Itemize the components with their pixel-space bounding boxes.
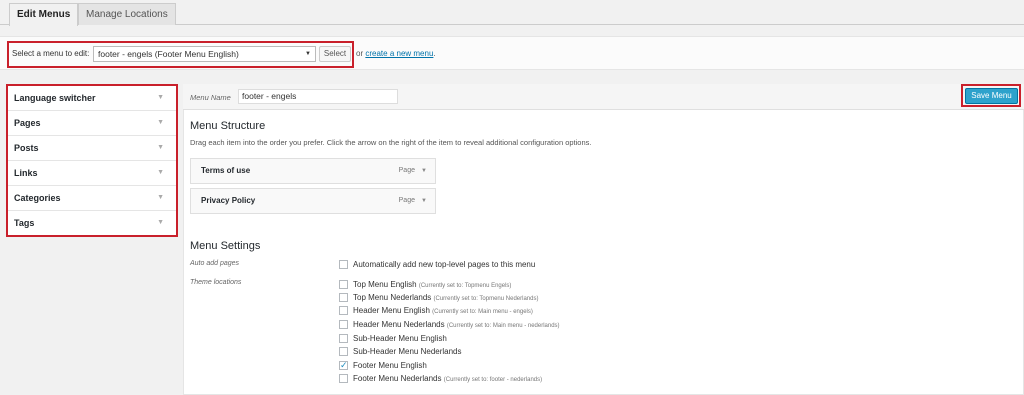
auto-add-text: Automatically add new top-level pages to… — [353, 260, 536, 269]
menu-select-value: footer - engels (Footer Menu English) — [98, 49, 239, 59]
menu-item-type: Page — [398, 167, 415, 174]
menu-item-type: Page — [398, 197, 415, 204]
location-top-menu-nederlands[interactable]: Top Menu Nederlands (Currently set to: T… — [339, 293, 538, 303]
location-note: (Currently set to: Topmenu Nederlands) — [433, 296, 539, 302]
location-note: (Currently set to: Main menu - engels) — [432, 309, 533, 315]
menu-item-title: Privacy Policy — [201, 196, 256, 205]
menu-structure-description: Drag each item into the order you prefer… — [190, 138, 592, 147]
location-checkbox[interactable] — [339, 374, 348, 383]
create-menu-text: or create a new menu. — [356, 49, 436, 58]
location-checkbox[interactable] — [339, 293, 348, 302]
location-name: Header Menu English — [353, 306, 430, 315]
location-checkbox-checked[interactable] — [339, 360, 348, 370]
menu-item-title: Terms of use — [201, 166, 251, 175]
location-header-menu-english[interactable]: Header Menu English (Currently set to: M… — [339, 306, 533, 316]
location-note: (Currently set to: Main menu - nederland… — [446, 323, 560, 329]
select-button[interactable]: Select — [319, 46, 351, 62]
dropdown-arrow-icon: ▼ — [305, 51, 311, 57]
menu-item-terms-of-use[interactable]: Terms of use Page ▼ — [190, 158, 436, 184]
accordion-highlight-box — [6, 84, 178, 237]
tab-manage-locations[interactable]: Manage Locations — [78, 3, 176, 25]
location-name: Top Menu English — [353, 280, 417, 289]
theme-locations-label: Theme locations — [190, 279, 242, 286]
chevron-down-icon[interactable]: ▼ — [421, 159, 427, 183]
location-checkbox[interactable] — [339, 306, 348, 315]
menu-edit-panel — [183, 84, 1024, 395]
location-name: Sub-Header Menu Nederlands — [353, 347, 462, 356]
or-text: or — [356, 49, 364, 58]
auto-add-pages-option[interactable]: Automatically add new top-level pages to… — [339, 260, 535, 270]
auto-add-checkbox[interactable] — [339, 260, 348, 269]
location-checkbox[interactable] — [339, 280, 348, 289]
chevron-down-icon[interactable]: ▼ — [421, 189, 427, 213]
location-checkbox[interactable] — [339, 334, 348, 343]
location-top-menu-english[interactable]: Top Menu English (Currently set to: Topm… — [339, 280, 511, 290]
auto-add-pages-label: Auto add pages — [190, 260, 240, 267]
location-header-menu-nederlands[interactable]: Header Menu Nederlands (Currently set to… — [339, 320, 560, 330]
menu-select-dropdown[interactable]: footer - engels (Footer Menu English) ▼ — [93, 46, 316, 62]
location-sub-header-menu-english[interactable]: Sub-Header Menu English — [339, 334, 447, 344]
select-menu-label: Select a menu to edit: — [12, 49, 90, 58]
menu-item-privacy-policy[interactable]: Privacy Policy Page ▼ — [190, 188, 436, 214]
location-name: Top Menu Nederlands — [353, 293, 432, 302]
location-footer-menu-english[interactable]: Footer Menu English — [339, 360, 427, 371]
location-sub-header-menu-nederlands[interactable]: Sub-Header Menu Nederlands — [339, 347, 462, 357]
menu-name-label: Menu Name — [190, 93, 231, 102]
location-note: (Currently set to: footer - nederlands) — [443, 377, 543, 383]
location-checkbox[interactable] — [339, 347, 348, 356]
location-name: Sub-Header Menu English — [353, 334, 447, 343]
tab-edit-menus[interactable]: Edit Menus — [9, 3, 79, 26]
menu-name-input[interactable]: footer - engels — [238, 89, 398, 104]
create-new-menu-link[interactable]: create a new menu — [365, 49, 433, 58]
location-name: Footer Menu Nederlands — [353, 374, 442, 383]
location-checkbox[interactable] — [339, 320, 348, 329]
menu-settings-title: Menu Settings — [190, 240, 261, 252]
save-menu-button[interactable]: Save Menu — [965, 88, 1018, 104]
location-name: Header Menu Nederlands — [353, 320, 445, 329]
location-footer-menu-nederlands[interactable]: Footer Menu Nederlands (Currently set to… — [339, 374, 542, 384]
menu-structure-title: Menu Structure — [190, 120, 266, 132]
location-note: (Currently set to: Topmenu Engels) — [418, 283, 512, 289]
period-text: . — [433, 49, 436, 58]
location-name: Footer Menu English — [353, 361, 427, 370]
